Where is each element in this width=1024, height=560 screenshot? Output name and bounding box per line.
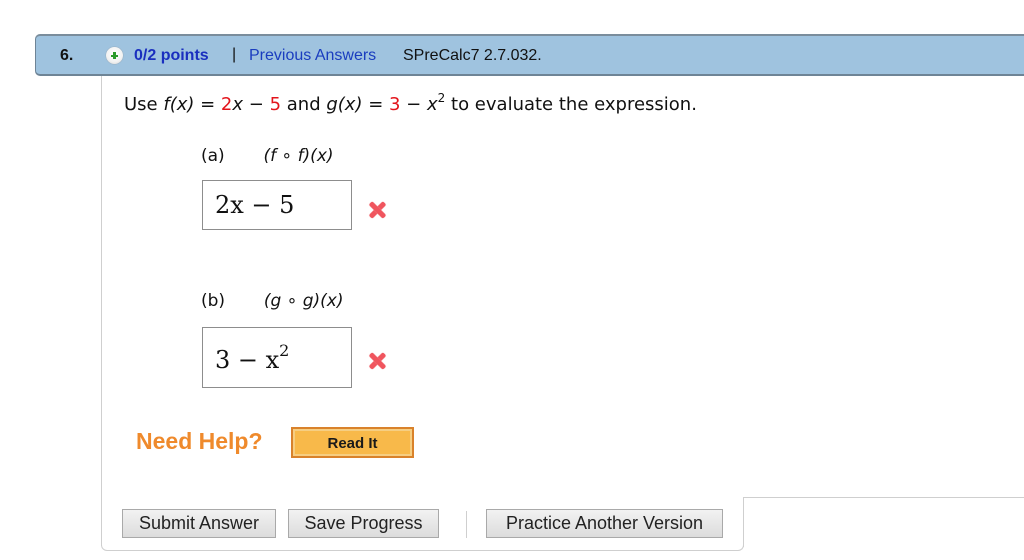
prompt-g-name: g(x) = [326,94,389,115]
content-border-left [101,76,102,546]
prompt-g-const: 3 [389,94,401,115]
part-b-label: (b) (g ∘ g)(x) [201,291,344,311]
part-b-answer-input[interactable]: 3 − x2 [202,327,352,388]
prompt-f-coef: 2 [220,94,233,115]
incorrect-x-icon [368,352,386,370]
prompt-f-minus: − [243,94,270,115]
problem-code: SPreCalc7 2.7.032. [403,47,542,64]
prompt-g-minus: − [400,94,427,115]
part-a-label: (a) (f ∘ f)(x) [201,146,334,166]
prompt-and: and [286,94,327,115]
plus-icon[interactable] [106,47,123,64]
prompt-g-var: x [426,94,438,115]
part-a-expression: (f ∘ f)(x) [263,146,334,166]
side-panel-border-left [743,497,744,547]
side-panel-border-top [744,497,1024,498]
part-b-letter: (b) [201,291,226,311]
part-b-answer-text: 3 − x [215,346,280,374]
prompt-g-exponent: 2 [437,91,446,105]
header-separator: | [232,46,237,63]
submit-answer-button[interactable]: Submit Answer [122,509,276,538]
practice-another-version-button[interactable]: Practice Another Version [486,509,723,538]
button-divider [466,511,467,538]
prompt-f-name: f(x) = [163,94,221,115]
question-header: 6. 0/2 points | Previous Answers SPreCal… [35,34,1024,76]
question-prompt: Use f(x) = 2x − 5 and g(x) = 3 − x2 to e… [124,91,697,115]
part-a-letter: (a) [201,146,225,166]
prompt-f-var: x [232,94,244,115]
question-number: 6. [60,47,74,64]
prompt-suffix: to evaluate the expression. [451,94,697,115]
part-a-answer-text: 2x − 5 [215,191,295,219]
prompt-f-const: 5 [269,94,282,115]
incorrect-x-icon [368,201,386,219]
question-page: 6. 0/2 points | Previous Answers SPreCal… [0,0,1024,560]
save-progress-button[interactable]: Save Progress [288,509,439,538]
part-b-expression: (g ∘ g)(x) [263,291,344,311]
read-it-button[interactable]: Read It [291,427,414,458]
need-help-label: Need Help? [136,428,263,454]
part-a-answer-input[interactable]: 2x − 5 [202,180,352,230]
part-b-answer-exponent: 2 [279,341,290,360]
content-border-bottom [101,540,744,551]
prompt-prefix: Use [124,94,164,115]
previous-answers-link[interactable]: Previous Answers [249,47,376,65]
points-score: 0/2 points [134,47,209,64]
